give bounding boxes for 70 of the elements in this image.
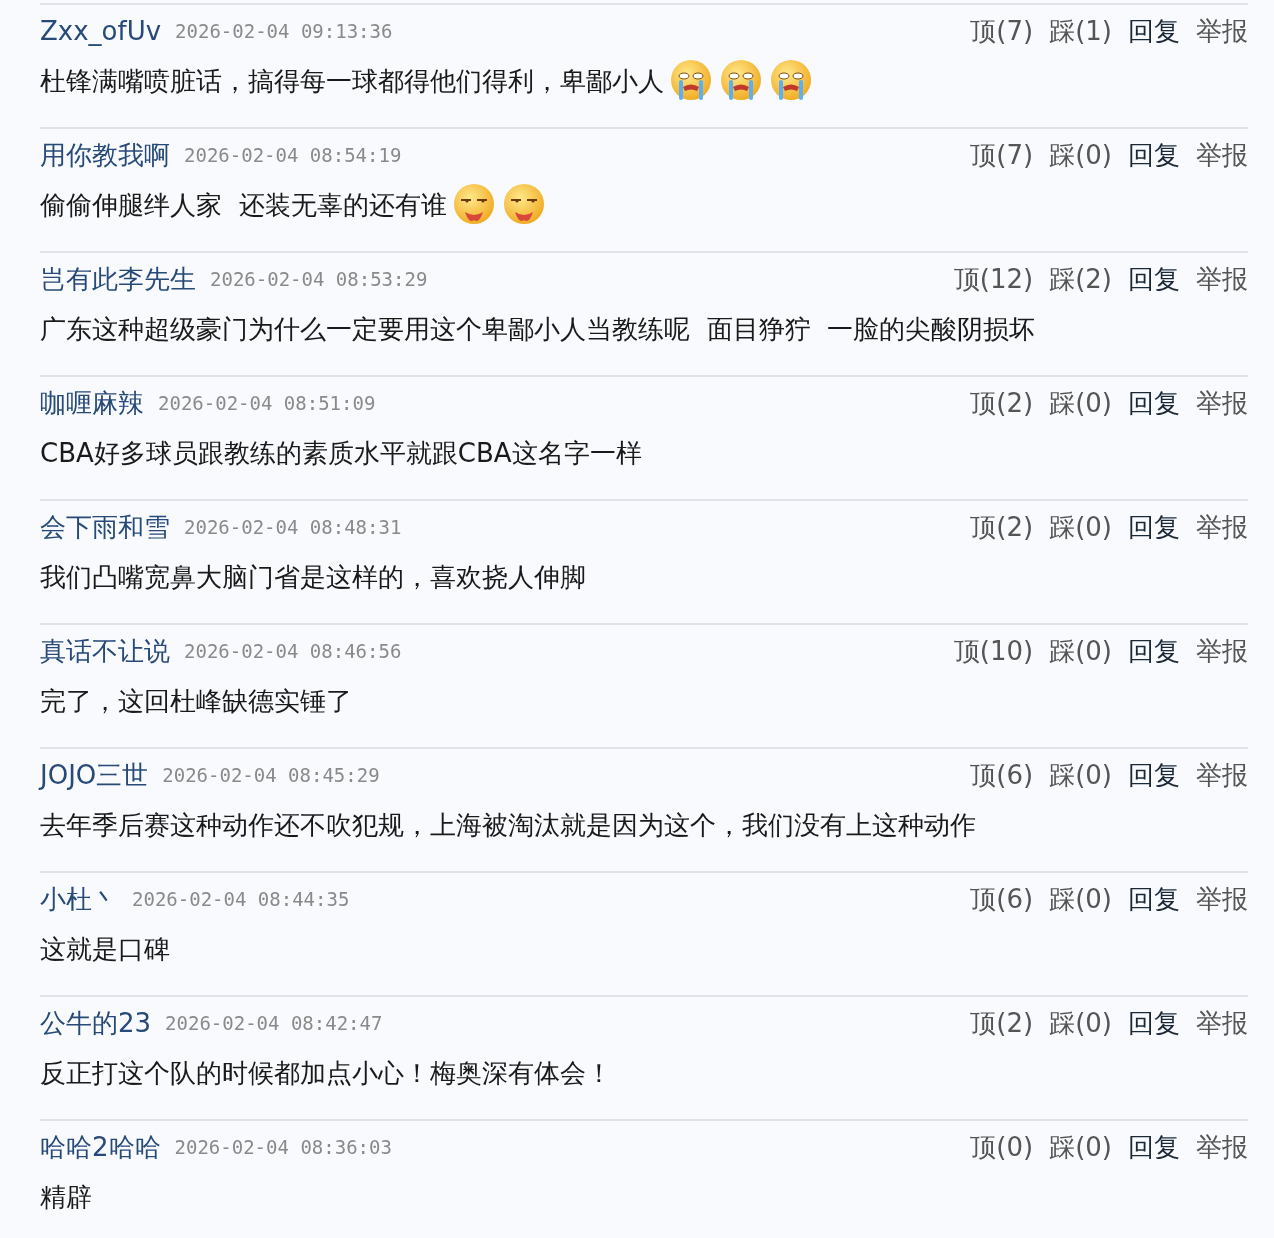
- comment-text: 反正打这个队的时候都加点小心！梅奥深有体会！: [40, 1056, 612, 1090]
- comment-text: 偷偷伸腿绊人家 还装无辜的还有谁: [40, 188, 447, 222]
- report-link[interactable]: 举报: [1196, 137, 1248, 173]
- upvote-link[interactable]: 顶(2): [970, 1005, 1034, 1041]
- report-link[interactable]: 举报: [1196, 881, 1248, 917]
- report-link[interactable]: 举报: [1196, 757, 1248, 793]
- comment-text: 精辟: [40, 1180, 92, 1214]
- downvote-link[interactable]: 踩(0): [1049, 1005, 1112, 1041]
- comment-text: 杜锋满嘴喷脏话，搞得每一球都得他们得利，卑鄙小人: [40, 64, 664, 98]
- downvote-link[interactable]: 踩(0): [1049, 509, 1112, 545]
- downvote-link[interactable]: 踩(0): [1049, 137, 1112, 173]
- reply-link[interactable]: 回复: [1128, 261, 1180, 297]
- username-link[interactable]: 用你教我啊: [40, 137, 170, 173]
- upvote-link[interactable]: 顶(10): [953, 633, 1034, 669]
- upvote-link[interactable]: 顶(7): [970, 13, 1034, 49]
- report-link[interactable]: 举报: [1196, 385, 1248, 421]
- comment-text: CBA好多球员跟教练的素质水平就跟CBA这名字一样: [40, 436, 642, 470]
- comment-text: 我们凸嘴宽鼻大脑门省是这样的，喜欢挠人伸脚: [40, 560, 586, 594]
- reply-link[interactable]: 回复: [1128, 633, 1180, 669]
- comment-time: 2026-02-04 08:53:29: [210, 268, 428, 290]
- username-link[interactable]: 会下雨和雪: [40, 509, 170, 545]
- report-link[interactable]: 举报: [1196, 1005, 1248, 1041]
- comment-text: 去年季后赛这种动作还不吹犯规，上海被淘汰就是因为这个，我们没有上这种动作: [40, 808, 976, 842]
- downvote-link[interactable]: 踩(2): [1049, 261, 1112, 297]
- comment-time: 2026-02-04 08:44:35: [132, 888, 350, 910]
- username-link[interactable]: Zxx_ofUv: [40, 16, 162, 46]
- username-link[interactable]: 小杜丶: [40, 881, 118, 917]
- upvote-link[interactable]: 顶(7): [970, 137, 1034, 173]
- report-link[interactable]: 举报: [1196, 261, 1248, 297]
- reply-link[interactable]: 回复: [1128, 881, 1180, 917]
- upvote-link[interactable]: 顶(2): [970, 385, 1034, 421]
- comment-time: 2026-02-04 08:36:03: [174, 1136, 392, 1158]
- comment-text: 这就是口碑: [40, 932, 170, 966]
- reply-link[interactable]: 回复: [1128, 1129, 1180, 1165]
- comment-time: 2026-02-04 08:45:29: [162, 764, 380, 786]
- comment-text: 完了，这回杜峰缺德实锤了: [40, 684, 352, 718]
- username-link[interactable]: 真话不让说: [40, 633, 170, 669]
- downvote-link[interactable]: 踩(0): [1049, 757, 1112, 793]
- comment-time: 2026-02-04 08:46:56: [184, 640, 402, 662]
- downvote-link[interactable]: 踩(0): [1049, 1129, 1112, 1165]
- reply-link[interactable]: 回复: [1128, 757, 1180, 793]
- downvote-link[interactable]: 踩(1): [1049, 13, 1112, 49]
- username-link[interactable]: 哈哈2哈哈: [40, 1129, 161, 1165]
- upvote-link[interactable]: 顶(0): [970, 1129, 1034, 1165]
- reply-link[interactable]: 回复: [1128, 137, 1180, 173]
- upvote-link[interactable]: 顶(6): [970, 757, 1034, 793]
- report-link[interactable]: 举报: [1196, 1129, 1248, 1165]
- username-link[interactable]: 公牛的23: [40, 1005, 152, 1041]
- upvote-link[interactable]: 顶(2): [970, 509, 1034, 545]
- report-link[interactable]: 举报: [1196, 509, 1248, 545]
- report-link[interactable]: 举报: [1196, 633, 1248, 669]
- comment-time: 2026-02-04 08:42:47: [165, 1012, 383, 1034]
- comment-text: 广东这种超级豪门为什么一定要用这个卑鄙小人当教练呢 面目狰狞 一脸的尖酸阴损坏: [40, 312, 1036, 346]
- downvote-link[interactable]: 踩(0): [1049, 633, 1112, 669]
- upvote-link[interactable]: 顶(6): [970, 881, 1034, 917]
- reply-link[interactable]: 回复: [1128, 13, 1180, 49]
- downvote-link[interactable]: 踩(0): [1049, 881, 1112, 917]
- comment-time: 2026-02-04 08:48:31: [184, 516, 402, 538]
- username-link[interactable]: JOJO三世: [40, 757, 149, 793]
- username-link[interactable]: 岂有此李先生: [40, 261, 196, 297]
- reply-link[interactable]: 回复: [1128, 385, 1180, 421]
- upvote-link[interactable]: 顶(12): [953, 261, 1034, 297]
- comment-time: 2026-02-04 09:13:36: [175, 20, 393, 42]
- downvote-link[interactable]: 踩(0): [1049, 385, 1112, 421]
- report-link[interactable]: 举报: [1196, 13, 1248, 49]
- comment-time: 2026-02-04 08:51:09: [158, 392, 376, 414]
- reply-link[interactable]: 回复: [1128, 509, 1180, 545]
- username-link[interactable]: 咖喱麻辣: [40, 385, 144, 421]
- comment-time: 2026-02-04 08:54:19: [184, 144, 402, 166]
- reply-link[interactable]: 回复: [1128, 1005, 1180, 1041]
